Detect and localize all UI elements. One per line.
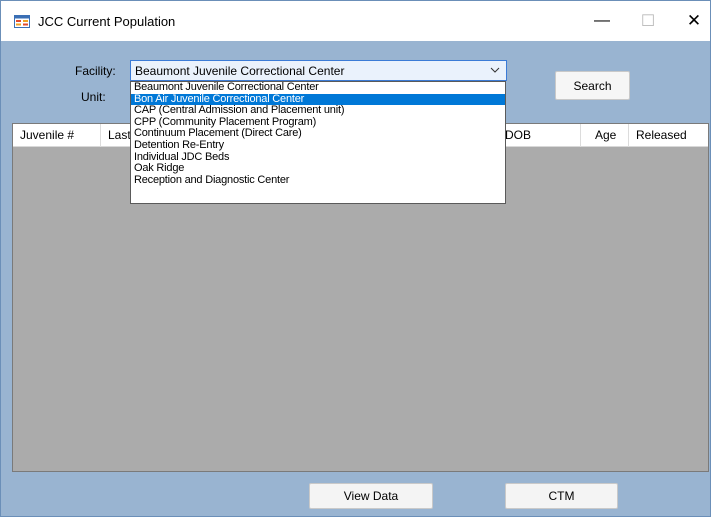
- search-button[interactable]: Search: [555, 71, 630, 100]
- column-header-released[interactable]: Released: [629, 124, 708, 147]
- facility-option[interactable]: Beaumont Juvenile Correctional Center: [131, 81, 505, 94]
- close-button[interactable]: ✕: [671, 1, 711, 41]
- facility-option[interactable]: Detention Re-Entry: [131, 139, 505, 152]
- facility-option[interactable]: Oak Ridge: [131, 163, 505, 175]
- facility-option[interactable]: Individual JDC Beds: [131, 151, 505, 164]
- chevron-down-icon[interactable]: [490, 64, 500, 76]
- facility-combobox[interactable]: Beaumont Juvenile Correctional Center: [130, 60, 507, 81]
- title-bar[interactable]: JCC Current Population — ☐ ✕: [1, 1, 710, 41]
- minimize-button[interactable]: —: [579, 1, 625, 41]
- column-header-juvenile-number[interactable]: Juvenile #: [13, 124, 101, 147]
- column-header-dob[interactable]: DOB: [503, 124, 581, 147]
- app-form-icon: [14, 15, 30, 28]
- facility-label: Facility:: [75, 64, 116, 78]
- ctm-button[interactable]: CTM: [505, 483, 618, 509]
- column-header-age[interactable]: Age: [581, 124, 629, 147]
- view-data-button[interactable]: View Data: [309, 483, 433, 509]
- facility-option[interactable]: Reception and Diagnostic Center: [131, 174, 505, 187]
- facility-selected-value: Beaumont Juvenile Correctional Center: [135, 64, 345, 78]
- facility-dropdown-list[interactable]: Beaumont Juvenile Correctional Center Bo…: [130, 81, 506, 204]
- main-window: JCC Current Population — ☐ ✕ Facility: U…: [0, 0, 711, 517]
- window-title: JCC Current Population: [38, 14, 176, 29]
- maximize-button[interactable]: ☐: [625, 1, 671, 41]
- unit-label: Unit:: [81, 90, 106, 104]
